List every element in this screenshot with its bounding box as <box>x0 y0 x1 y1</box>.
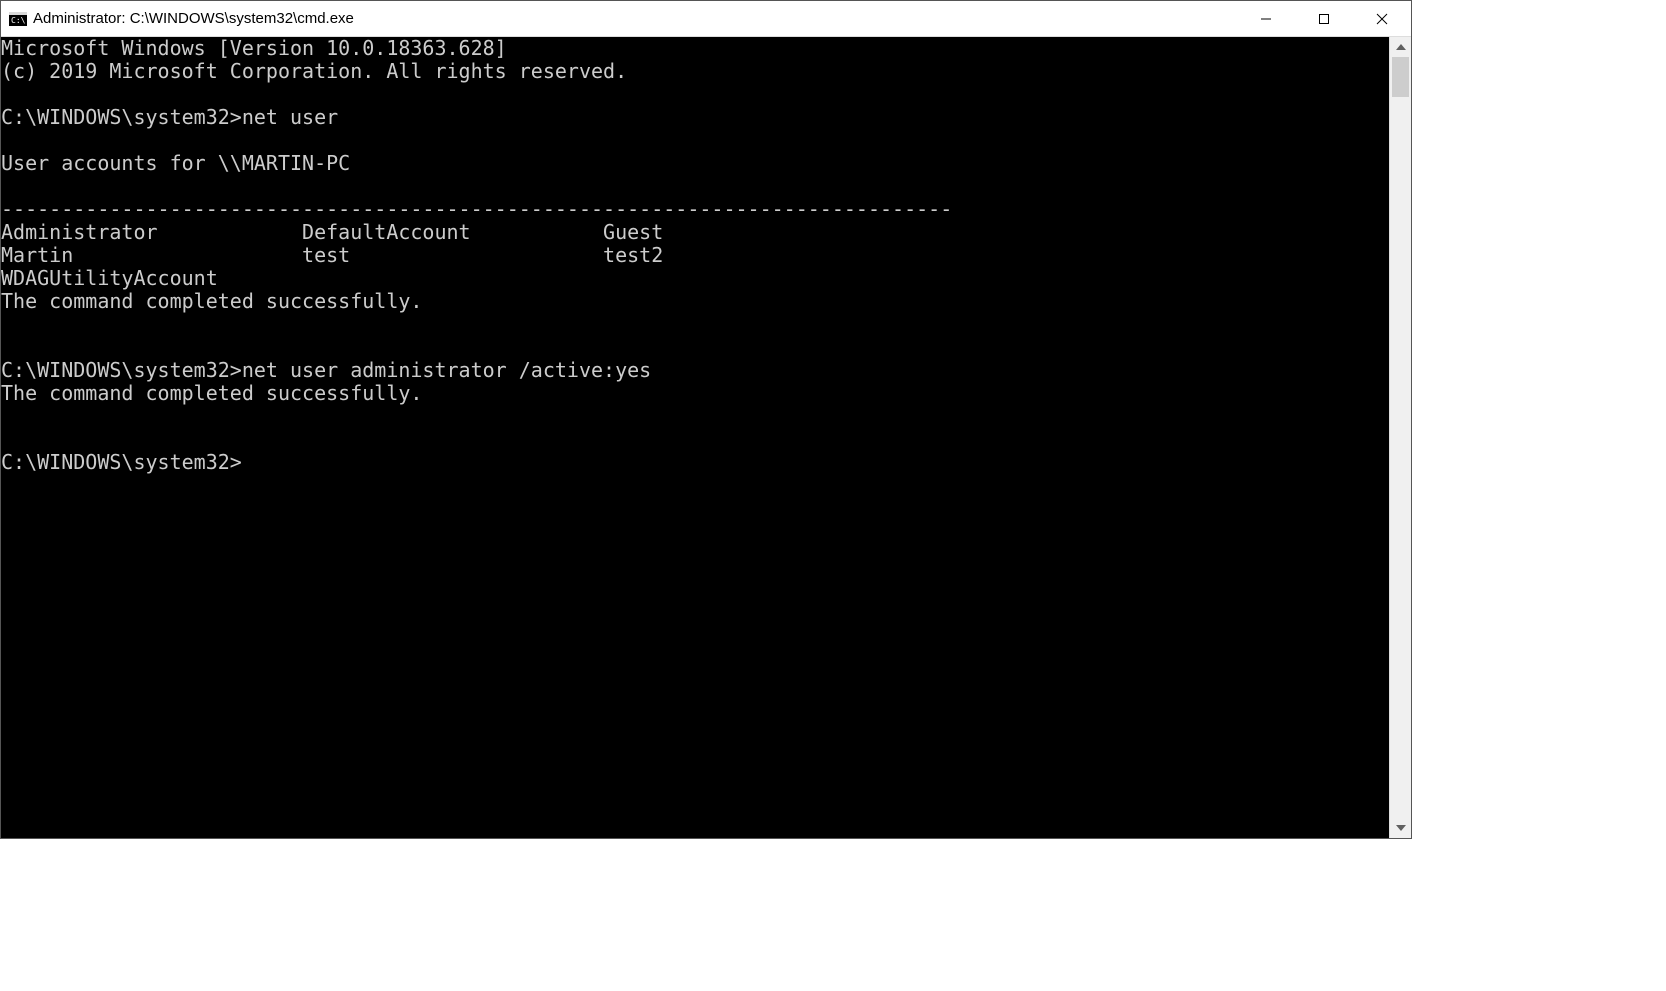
window-controls <box>1237 1 1411 36</box>
cmd-window: C:\ Administrator: C:\WINDOWS\system32\c… <box>0 0 1412 839</box>
scroll-thumb[interactable] <box>1392 57 1409 97</box>
svg-text:C:\: C:\ <box>11 16 26 25</box>
close-button[interactable] <box>1353 1 1411 36</box>
cmd-icon: C:\ <box>9 12 27 26</box>
scroll-track[interactable] <box>1390 57 1411 818</box>
maximize-button[interactable] <box>1295 1 1353 36</box>
vertical-scrollbar[interactable] <box>1389 37 1411 838</box>
scroll-up-arrow[interactable] <box>1390 37 1411 57</box>
console-output[interactable]: Microsoft Windows [Version 10.0.18363.62… <box>1 37 1389 838</box>
minimize-button[interactable] <box>1237 1 1295 36</box>
window-title: Administrator: C:\WINDOWS\system32\cmd.e… <box>33 10 354 27</box>
scroll-down-arrow[interactable] <box>1390 818 1411 838</box>
titlebar[interactable]: C:\ Administrator: C:\WINDOWS\system32\c… <box>1 1 1411 37</box>
client-area: Microsoft Windows [Version 10.0.18363.62… <box>1 37 1411 838</box>
